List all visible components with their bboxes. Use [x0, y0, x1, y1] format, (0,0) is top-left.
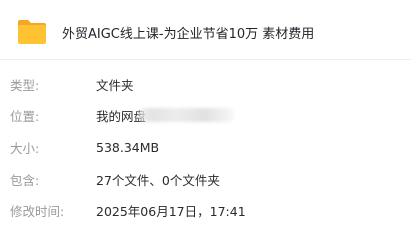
property-label-type: 类型: — [10, 77, 40, 93]
folder-title: 外贸AIGC线上课-为企业节省10万 素材费用 — [62, 26, 315, 42]
property-row-type: 类型: 文件夹 — [10, 73, 134, 95]
property-row-contents: 包含: 27个文件、0个文件夹 — [10, 168, 220, 190]
property-row-location: 位置: 我的网盘 — [10, 104, 235, 126]
property-value-modified: 2025年06月17日，17:41 — [96, 203, 246, 219]
property-value-size: 538.34MB — [96, 139, 160, 155]
header-divider — [0, 59, 411, 60]
property-value-contents: 27个文件、0个文件夹 — [96, 172, 220, 188]
folder-header: 外贸AIGC线上课-为企业节省10万 素材费用 — [16, 17, 314, 47]
location-path[interactable]: 我的网盘 — [96, 106, 235, 125]
property-row-modified: 修改时间: 2025年06月17日，17:41 — [10, 199, 246, 221]
property-row-size: 大小: 538.34MB — [10, 136, 159, 158]
property-label-size: 大小: — [10, 140, 40, 156]
property-label-contents: 包含: — [10, 172, 40, 188]
redacted-path-mask — [138, 108, 235, 122]
folder-properties-panel: 外贸AIGC线上课-为企业节省10万 素材费用 类型: 文件夹 位置: 我的网盘… — [0, 0, 411, 237]
folder-icon — [18, 20, 46, 44]
property-label-location: 位置: — [10, 108, 40, 124]
property-value-type: 文件夹 — [96, 77, 134, 93]
property-label-modified: 修改时间: — [10, 203, 65, 219]
